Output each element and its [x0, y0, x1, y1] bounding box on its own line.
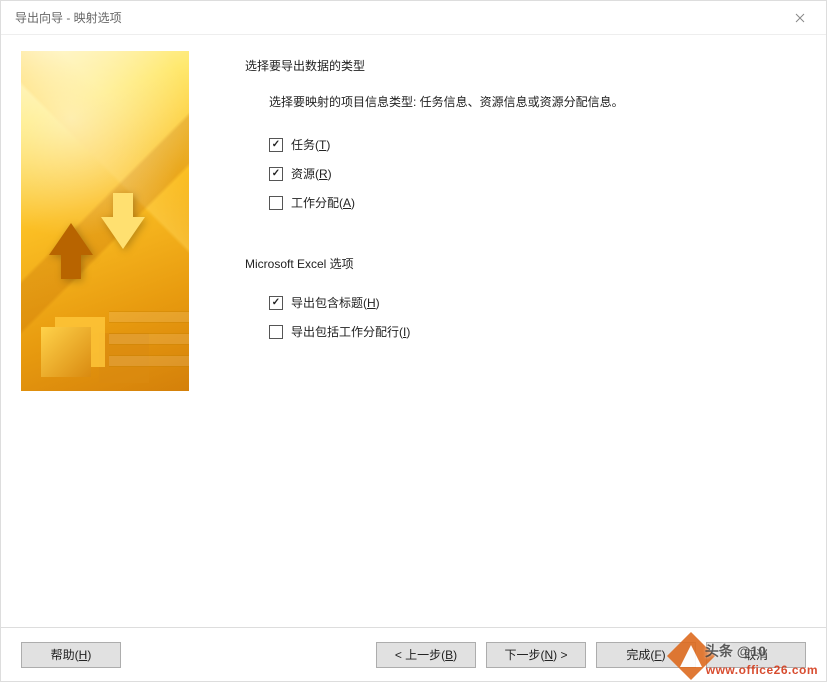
wizard-artwork	[21, 51, 189, 391]
grid-lines	[109, 311, 189, 381]
checkbox-include-headers[interactable]	[269, 296, 283, 310]
arrow-down-icon	[101, 217, 145, 249]
close-button[interactable]	[786, 4, 814, 32]
close-icon	[795, 13, 805, 23]
content-area: 选择要导出数据的类型 选择要映射的项目信息类型: 任务信息、资源信息或资源分配信…	[1, 35, 826, 619]
finish-button[interactable]: 完成(F)	[596, 642, 696, 668]
cancel-button[interactable]: 取消	[706, 642, 806, 668]
form-panel: 选择要导出数据的类型 选择要映射的项目信息类型: 任务信息、资源信息或资源分配信…	[189, 51, 806, 619]
section-data-type-title: 选择要导出数据的类型	[245, 57, 806, 74]
checkbox-include-assignment-rows[interactable]	[269, 325, 283, 339]
help-button[interactable]: 帮助(H)	[21, 642, 121, 668]
back-button[interactable]: < 上一步(B)	[376, 642, 476, 668]
checkbox-assignments-label: 工作分配(A)	[291, 194, 355, 211]
checkbox-row-include-headers[interactable]: 导出包含标题(H)	[269, 294, 806, 311]
checkbox-include-assignment-rows-label: 导出包括工作分配行(I)	[291, 323, 410, 340]
checkbox-row-tasks[interactable]: 任务(T)	[269, 136, 806, 153]
window-title: 导出向导 - 映射选项	[15, 9, 122, 26]
arrow-up-icon	[49, 223, 93, 255]
checkbox-row-include-assignment-rows[interactable]: 导出包括工作分配行(I)	[269, 323, 806, 340]
section-excel-title: Microsoft Excel 选项	[245, 255, 806, 272]
checkbox-include-headers-label: 导出包含标题(H)	[291, 294, 380, 311]
checkbox-assignments[interactable]	[269, 196, 283, 210]
checkbox-resources-label: 资源(R)	[291, 165, 332, 182]
button-bar: 帮助(H) < 上一步(B) 下一步(N) > 完成(F) 取消	[1, 627, 826, 681]
title-bar: 导出向导 - 映射选项	[1, 1, 826, 35]
box-shapes	[41, 327, 91, 377]
section-data-type-description: 选择要映射的项目信息类型: 任务信息、资源信息或资源分配信息。	[269, 92, 699, 112]
next-button[interactable]: 下一步(N) >	[486, 642, 586, 668]
checkbox-row-resources[interactable]: 资源(R)	[269, 165, 806, 182]
checkbox-row-assignments[interactable]: 工作分配(A)	[269, 194, 806, 211]
checkbox-resources[interactable]	[269, 167, 283, 181]
checkbox-tasks[interactable]	[269, 138, 283, 152]
checkbox-tasks-label: 任务(T)	[291, 136, 330, 153]
